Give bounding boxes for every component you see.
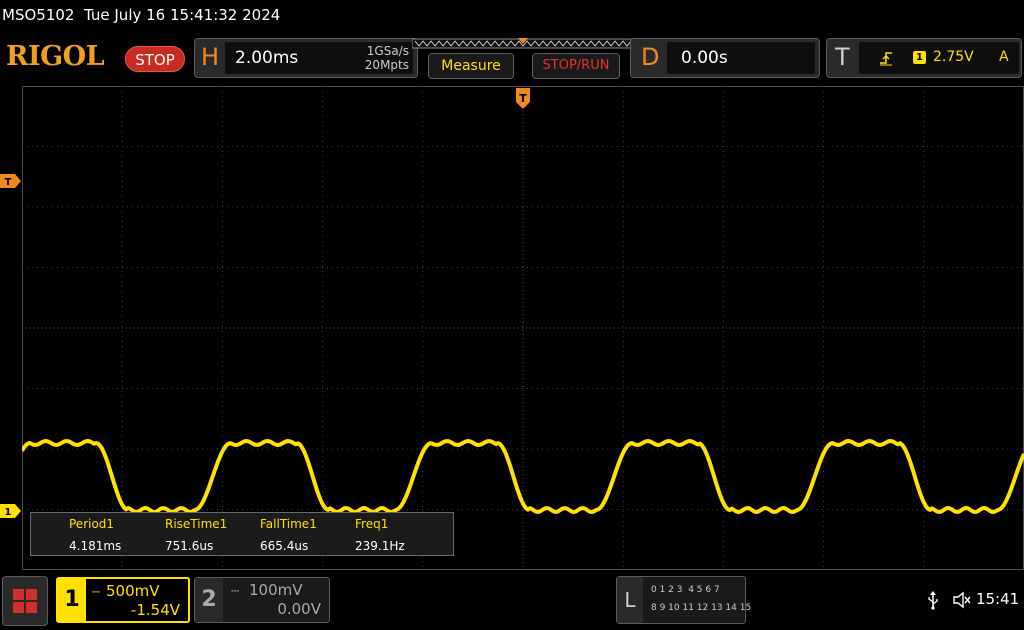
date-time: Tue July 16 15:41:32 2024 [84, 6, 281, 24]
system-clock: 15:41 [976, 590, 1020, 608]
trigger-values: 1 2.75V A [859, 42, 1019, 74]
trigger-settings-panel[interactable]: T 1 2.75V A [826, 38, 1022, 78]
measurement-value: 239.1Hz [355, 539, 405, 553]
delay-values: 0.00s [667, 42, 815, 74]
trigger-position-marker[interactable]: T [514, 88, 532, 110]
logic-channels-0-7: 0 1 2 3 4 5 6 7 [651, 585, 720, 595]
channel2-scale: 100mV [249, 581, 303, 599]
stop-run-button[interactable]: STOP/RUN [532, 53, 620, 79]
trigger-position-label: T [519, 92, 527, 105]
grid-menu-icon [13, 589, 37, 613]
rising-edge-icon [880, 52, 892, 66]
logic-channels-8-15: 8 9 10 11 12 13 14 15 [651, 603, 752, 613]
sample-rate: 1GSa/s [366, 44, 409, 58]
title-model-datetime: MSO5102 Tue July 16 15:41:32 2024 [2, 6, 280, 24]
channel1-ground-marker-label: 1 [5, 507, 12, 518]
center-axes [22, 86, 1024, 570]
measurement-risetime: RiseTime1 751.6us [165, 517, 227, 553]
measurement-falltime: FallTime1 665.4us [260, 517, 317, 553]
trigger-level: 2.75V [933, 49, 974, 65]
main-menu-button[interactable] [2, 576, 48, 626]
trigger-level-marker[interactable]: T [0, 174, 22, 188]
measurement-period: Period1 4.181ms [69, 517, 121, 553]
measurement-name: Period1 [69, 517, 115, 531]
delay-settings-panel[interactable]: D 0.00s [630, 38, 820, 78]
channel1-ground-marker[interactable]: 1 [0, 504, 22, 518]
measurement-value: 665.4us [260, 539, 309, 553]
usb-icon [928, 591, 938, 610]
measure-button[interactable]: Measure [428, 53, 514, 79]
horizontal-values: 2.00ms 1GSa/s 20Mpts [225, 42, 413, 74]
channel1-number: 1 [58, 579, 86, 621]
channel2-number: 2 [195, 578, 223, 622]
waveform-display[interactable] [22, 86, 1024, 570]
delay-label: D [641, 43, 660, 71]
trigger-mode: A [999, 49, 1009, 65]
channel2-offset: 0.00V [277, 600, 321, 618]
measurement-name: RiseTime1 [165, 517, 228, 531]
trigger-source-badge: 1 [913, 51, 926, 64]
channel1-waveform [22, 439, 1024, 514]
channel1-scale: 500mV [106, 582, 160, 600]
delay-value: 0.00s [681, 48, 728, 68]
measurement-value: 4.181ms [69, 539, 122, 553]
dc-coupling-icon: ⎓ [231, 586, 239, 597]
measurement-frequency: Freq1 239.1Hz [355, 517, 405, 553]
brand-logo: RIGOL [6, 41, 105, 72]
logic-analyzer-label: L [617, 577, 643, 623]
logic-analyzer-settings[interactable]: L 0 1 2 3 4 5 6 7 8 9 10 11 12 13 14 15 [616, 576, 751, 624]
channel1-offset: -1.54V [130, 601, 180, 619]
channel2-settings[interactable]: 2 ⎓ 100mV 0.00V [194, 577, 330, 623]
measurement-value: 751.6us [165, 539, 214, 553]
dc-coupling-icon: ⎓ [92, 587, 100, 598]
timebase-value: 2.00ms [235, 48, 299, 68]
measurement-name: FallTime1 [260, 517, 317, 531]
memory-depth: 20Mpts [364, 58, 409, 72]
waveform-memory-timeline [412, 38, 634, 49]
measurement-name: Freq1 [355, 517, 389, 531]
measurement-panel[interactable]: Period1 4.181ms RiseTime1 751.6us FallTi… [30, 512, 454, 556]
horizontal-label: H [201, 43, 220, 71]
trigger-label: T [835, 43, 850, 71]
run-state-stop-button[interactable]: STOP [125, 46, 185, 72]
model-name: MSO5102 [2, 6, 75, 24]
trigger-level-marker-label: T [5, 177, 12, 188]
speaker-muted-icon[interactable] [952, 590, 972, 610]
horizontal-settings-panel[interactable]: H 2.00ms 1GSa/s 20Mpts [194, 38, 418, 78]
channel1-settings[interactable]: 1 ⎓ 500mV -1.54V [56, 577, 190, 623]
